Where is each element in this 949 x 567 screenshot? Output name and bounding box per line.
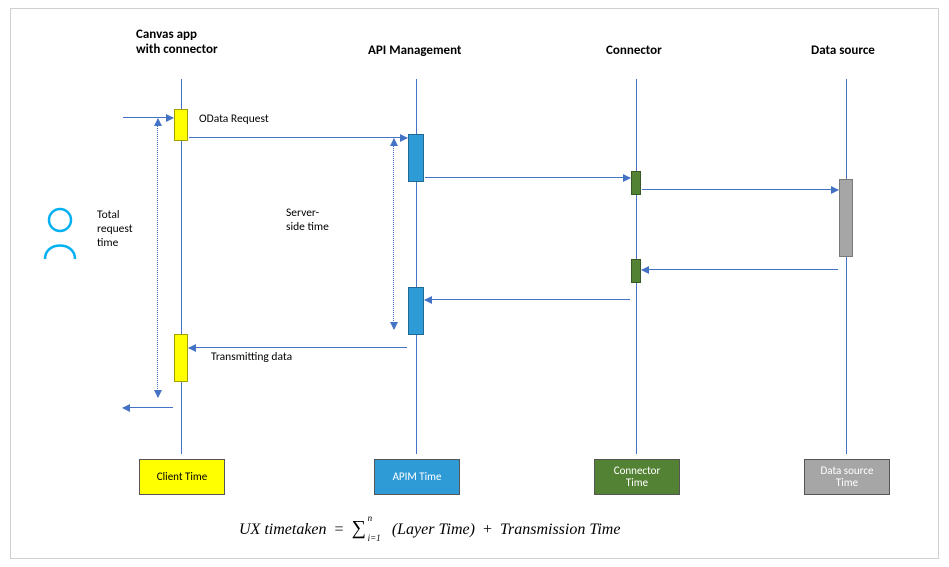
span-server-side	[393, 139, 394, 329]
label-total-request: Total request time	[97, 209, 133, 250]
arrow-connector-to-datasource	[642, 189, 838, 190]
arrow-canvas-to-user	[123, 407, 173, 408]
label-transmitting: Transmitting data	[211, 351, 292, 365]
formula-term1: (Layer Time)	[370, 521, 475, 538]
sigma-symbol: ∑	[352, 517, 366, 539]
exec-canvas-top	[174, 109, 188, 141]
span-total-request	[157, 119, 158, 397]
arrow-datasource-to-connector	[642, 269, 838, 270]
exec-connector-top	[631, 171, 641, 195]
sigma-sub: i=1	[368, 533, 381, 543]
lane-title-apim: API Management	[368, 43, 461, 58]
diagram-frame: Canvas app with connector API Management…	[10, 8, 939, 559]
timebox-apim: APIM Time	[374, 459, 460, 495]
formula-lhs: UX timetaken	[239, 521, 327, 538]
arrow-connector-to-apim	[425, 299, 630, 300]
arrow-canvas-to-apim	[189, 137, 407, 138]
exec-connector-bottom	[631, 259, 641, 283]
timebox-client: Client Time	[139, 459, 225, 495]
timebox-connector: Connector Time	[594, 459, 680, 495]
formula: UX timetaken = ∑ni=1 (Layer Time) + Tran…	[239, 517, 620, 540]
sigma-sup: n	[368, 513, 373, 523]
label-server-side: Server- side time	[286, 207, 329, 235]
lane-title-canvas: Canvas app with connector	[136, 27, 218, 57]
lane-title-connector: Connector	[606, 43, 662, 58]
formula-eq: =	[331, 521, 348, 538]
user-icon	[41, 207, 79, 261]
formula-plus: +	[479, 521, 496, 538]
exec-apim-top	[408, 134, 424, 182]
exec-canvas-bottom	[174, 334, 188, 382]
arrow-apim-to-connector	[425, 177, 630, 178]
arrow-user-to-canvas	[123, 117, 173, 118]
exec-apim-bottom	[408, 287, 424, 335]
arrow-apim-to-canvas	[189, 347, 407, 348]
lane-title-datasource: Data source	[811, 43, 875, 58]
exec-datasource	[839, 179, 853, 257]
timebox-datasource: Data source Time	[804, 459, 890, 495]
label-odata: OData Request	[199, 113, 269, 127]
formula-term2: Transmission Time	[500, 521, 620, 538]
lifeline-datasource	[846, 79, 847, 454]
formula-sigma: ∑ni=1	[352, 517, 366, 539]
